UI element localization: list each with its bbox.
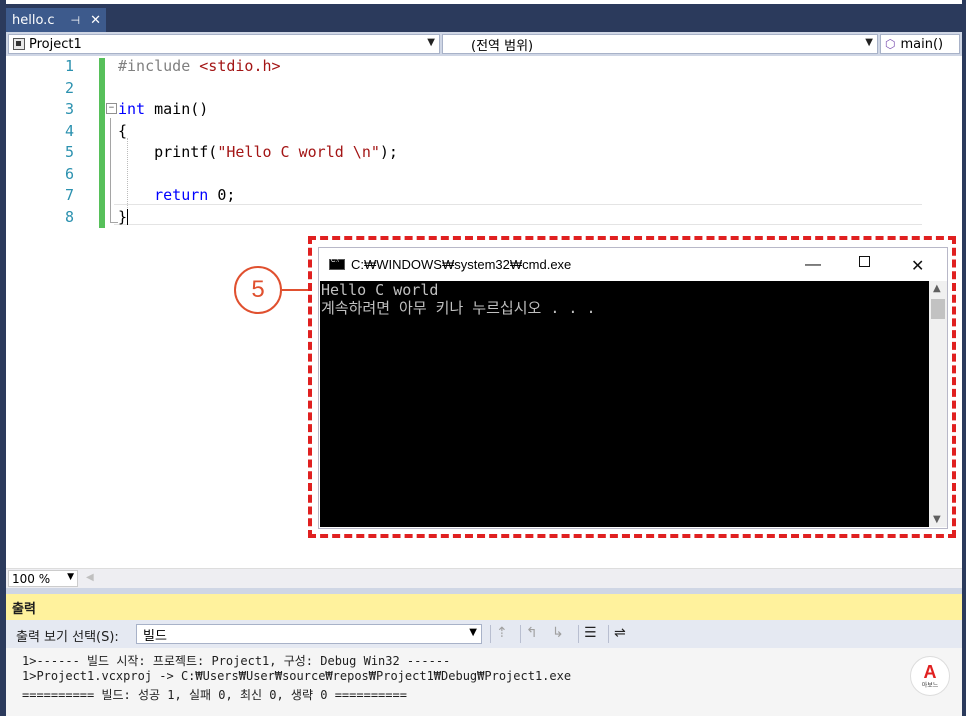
project-icon xyxy=(13,38,25,50)
function-cube-icon: ⬡ xyxy=(885,37,896,51)
previous-message-icon[interactable]: ↰ xyxy=(526,625,538,641)
document-tab-bar: hello.c ⊣ ✕ xyxy=(6,4,962,32)
line-number: 8 xyxy=(64,207,74,226)
code-line[interactable]: 2 xyxy=(6,79,506,100)
tab-label: hello.c xyxy=(12,12,55,28)
code-line[interactable]: 6 xyxy=(6,165,506,186)
code-text: { xyxy=(118,121,128,140)
console-window[interactable]: C:₩WINDOWS₩system32₩cmd.exe — ✕ Hello C … xyxy=(318,247,948,529)
console-scrollbar[interactable]: ▲ ▼ xyxy=(929,281,947,527)
member-label: main() xyxy=(900,36,944,52)
cmd-icon xyxy=(329,258,345,270)
scope-dropdown[interactable]: (전역 범위) ▼ xyxy=(442,34,878,54)
scroll-left-icon[interactable]: ◀ xyxy=(86,572,94,583)
code-line[interactable]: 8} xyxy=(6,208,506,229)
code-text: #include <stdio.h> xyxy=(118,57,281,75)
editor-status-bar: 100 % ▼ ◀ xyxy=(6,568,962,589)
line-number: 4 xyxy=(64,121,74,140)
output-source-dropdown[interactable]: 빌드 ▼ xyxy=(136,624,482,644)
toolbar-separator xyxy=(490,625,491,643)
line-number: 5 xyxy=(64,143,74,161)
pin-icon[interactable]: ⊣ xyxy=(70,14,80,27)
logo-letter: A xyxy=(923,661,937,682)
step-callout: 5 xyxy=(234,266,282,314)
line-number: 7 xyxy=(64,186,74,204)
scroll-thumb[interactable] xyxy=(931,299,945,319)
zoom-dropdown[interactable]: 100 % ▼ xyxy=(8,570,78,587)
output-line: 1>Project1.vcxproj -> C:₩Users₩User₩sour… xyxy=(22,669,572,683)
code-text: printf("Hello C world \n"); xyxy=(118,143,398,161)
output-line: 1>------ 빌드 시작: 프로젝트: Project1, 구성: Debu… xyxy=(22,654,451,668)
close-icon[interactable]: ✕ xyxy=(90,13,101,28)
chevron-down-icon: ▼ xyxy=(67,572,74,582)
minimize-icon[interactable]: — xyxy=(805,256,821,274)
code-text: return 0; xyxy=(154,186,236,204)
project-label: Project1 xyxy=(29,36,82,52)
output-toolbar: 출력 보기 선택(S): 빌드 ▼ ⇡ ↰ ↳ ☰ ⇌ xyxy=(6,620,962,648)
console-line: Hello C world xyxy=(321,281,439,299)
code-line[interactable]: 1 #include <stdio.h> xyxy=(6,57,506,78)
close-icon[interactable]: ✕ xyxy=(911,256,924,276)
toolbar-separator xyxy=(608,625,609,643)
member-dropdown[interactable]: ⬡ main() xyxy=(880,34,960,54)
toolbar-separator xyxy=(578,625,579,643)
chevron-down-icon: ▼ xyxy=(469,627,477,638)
text-caret xyxy=(127,209,129,225)
toolbar-separator xyxy=(520,625,521,643)
line-number: 3 xyxy=(64,100,74,118)
console-title: C:₩WINDOWS₩system32₩cmd.exe xyxy=(351,257,572,272)
code-line[interactable]: 4{ xyxy=(6,122,506,143)
console-output[interactable]: Hello C world 계속하려면 아무 키나 누르십시오 . . . xyxy=(320,281,929,527)
logo-text: 아보느 xyxy=(921,681,939,689)
tab-hello-c[interactable]: hello.c ⊣ ✕ xyxy=(6,8,106,32)
line-number: 2 xyxy=(64,78,74,97)
chevron-down-icon: ▼ xyxy=(427,37,435,48)
output-source-value: 빌드 xyxy=(143,628,167,644)
code-line[interactable]: 3 int main() xyxy=(6,100,506,121)
code-text: } xyxy=(118,207,129,226)
chevron-down-icon: ▼ xyxy=(865,37,873,48)
zoom-level: 100 % xyxy=(12,571,51,586)
output-source-label: 출력 보기 선택(S): xyxy=(16,630,119,645)
scroll-down-icon[interactable]: ▼ xyxy=(933,514,941,525)
watermark-logo: A 아보느 xyxy=(910,656,950,696)
project-dropdown[interactable]: Project1 ▼ xyxy=(8,34,440,54)
window-frame-right xyxy=(962,0,966,716)
line-number: 6 xyxy=(64,164,74,183)
clear-all-icon[interactable]: ☰ xyxy=(584,625,597,641)
code-text: int main() xyxy=(118,100,209,118)
word-wrap-icon[interactable]: ⇌ xyxy=(614,625,626,641)
line-number: 1 xyxy=(64,57,74,75)
maximize-icon[interactable] xyxy=(859,256,870,267)
output-line: ========== 빌드: 성공 1, 실패 0, 최신 0, 생략 0 ==… xyxy=(22,688,407,702)
console-line: 계속하려면 아무 키나 누르십시오 . . . xyxy=(321,299,596,317)
scope-label: (전역 범위) xyxy=(471,38,534,54)
scroll-up-icon[interactable]: ▲ xyxy=(933,283,941,294)
code-line[interactable]: 5 printf("Hello C world \n"); xyxy=(6,143,506,164)
find-message-icon[interactable]: ⇡ xyxy=(496,625,508,641)
console-title-bar[interactable]: C:₩WINDOWS₩system32₩cmd.exe — ✕ xyxy=(319,248,947,281)
output-panel-title: 출력 xyxy=(6,594,962,620)
output-text-area[interactable]: 1>------ 빌드 시작: 프로젝트: Project1, 구성: Debu… xyxy=(6,648,962,716)
code-line[interactable]: 7 return 0; xyxy=(6,186,506,207)
navigation-bar: Project1 ▼ (전역 범위) ▼ ⬡ main() xyxy=(6,32,962,56)
next-message-icon[interactable]: ↳ xyxy=(552,625,564,641)
